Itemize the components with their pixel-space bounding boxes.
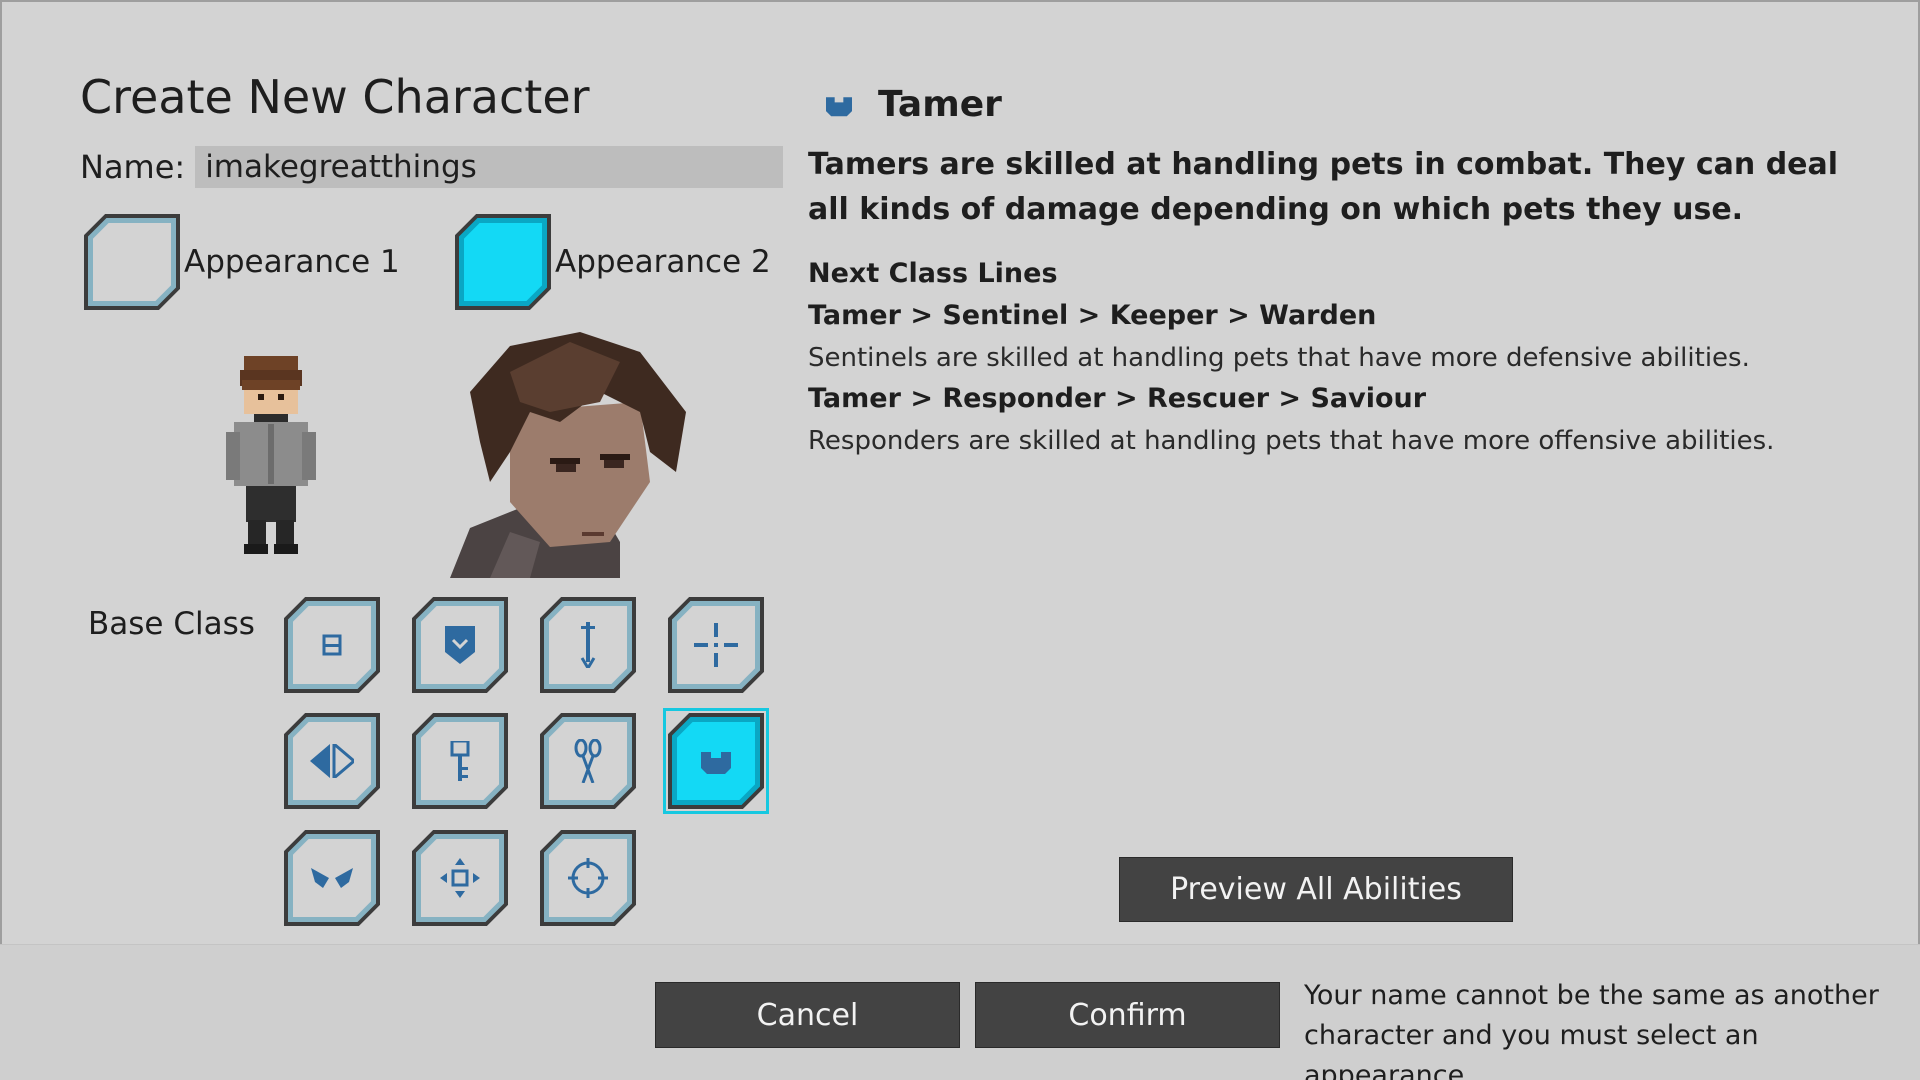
- class-header: Tamer: [826, 84, 1002, 125]
- class-button-1[interactable]: [284, 597, 380, 693]
- class-line-description: Responders are skilled at handling pets …: [808, 426, 1775, 456]
- class-button-8[interactable]: [668, 713, 764, 809]
- next-class-lines-heading: Next Class Lines: [808, 258, 1058, 289]
- character-sprite: [226, 356, 316, 554]
- class-button-10[interactable]: [412, 830, 508, 926]
- preview-abilities-button[interactable]: Preview All Abilities: [1119, 857, 1513, 922]
- page-title: Create New Character: [80, 70, 590, 124]
- cancel-button[interactable]: Cancel: [655, 982, 960, 1048]
- appearance-2-swatch[interactable]: [455, 214, 551, 310]
- appearance-2-label[interactable]: Appearance 2: [555, 244, 771, 280]
- appearance-1-label[interactable]: Appearance 1: [184, 244, 400, 280]
- class-button-7[interactable]: [540, 713, 636, 809]
- class-description: Tamers are skilled at handling pets in c…: [808, 147, 1839, 227]
- validation-note: Your name cannot be the same as another …: [1304, 980, 1879, 1080]
- scissors-icon: [574, 739, 602, 783]
- class-button-6[interactable]: [412, 713, 508, 809]
- class-line-path: Tamer > Responder > Rescuer > Saviour: [808, 383, 1427, 414]
- crosshair-icon: [694, 623, 738, 667]
- split-icon: [310, 744, 354, 778]
- class-button-9[interactable]: [284, 830, 380, 926]
- shield-icon: [445, 626, 475, 664]
- class-button-4[interactable]: [668, 597, 764, 693]
- pet-bowl-icon: [701, 752, 731, 774]
- wings-icon: [311, 868, 353, 888]
- class-line-description: Sentinels are skilled at handling pets t…: [808, 343, 1750, 373]
- confirm-button[interactable]: Confirm: [975, 982, 1280, 1048]
- target-icon: [568, 858, 608, 898]
- class-name: Tamer: [878, 84, 1002, 125]
- name-label: Name:: [80, 148, 186, 186]
- key-icon: [450, 741, 470, 781]
- class-line-path: Tamer > Sentinel > Keeper > Warden: [808, 300, 1377, 331]
- class-button-2[interactable]: [412, 597, 508, 693]
- class-button-5[interactable]: [284, 713, 380, 809]
- class-button-3[interactable]: [540, 597, 636, 693]
- class-button-11[interactable]: [540, 830, 636, 926]
- base-class-label: Base Class: [88, 606, 255, 642]
- name-row: Name:: [80, 146, 784, 188]
- character-portrait: [450, 332, 686, 578]
- move-icon: [440, 858, 480, 898]
- bars-icon: [322, 634, 342, 656]
- appearance-1-swatch[interactable]: [84, 214, 180, 310]
- pet-bowl-icon: [826, 96, 852, 116]
- name-input[interactable]: [195, 146, 784, 188]
- sword-icon: [580, 622, 596, 668]
